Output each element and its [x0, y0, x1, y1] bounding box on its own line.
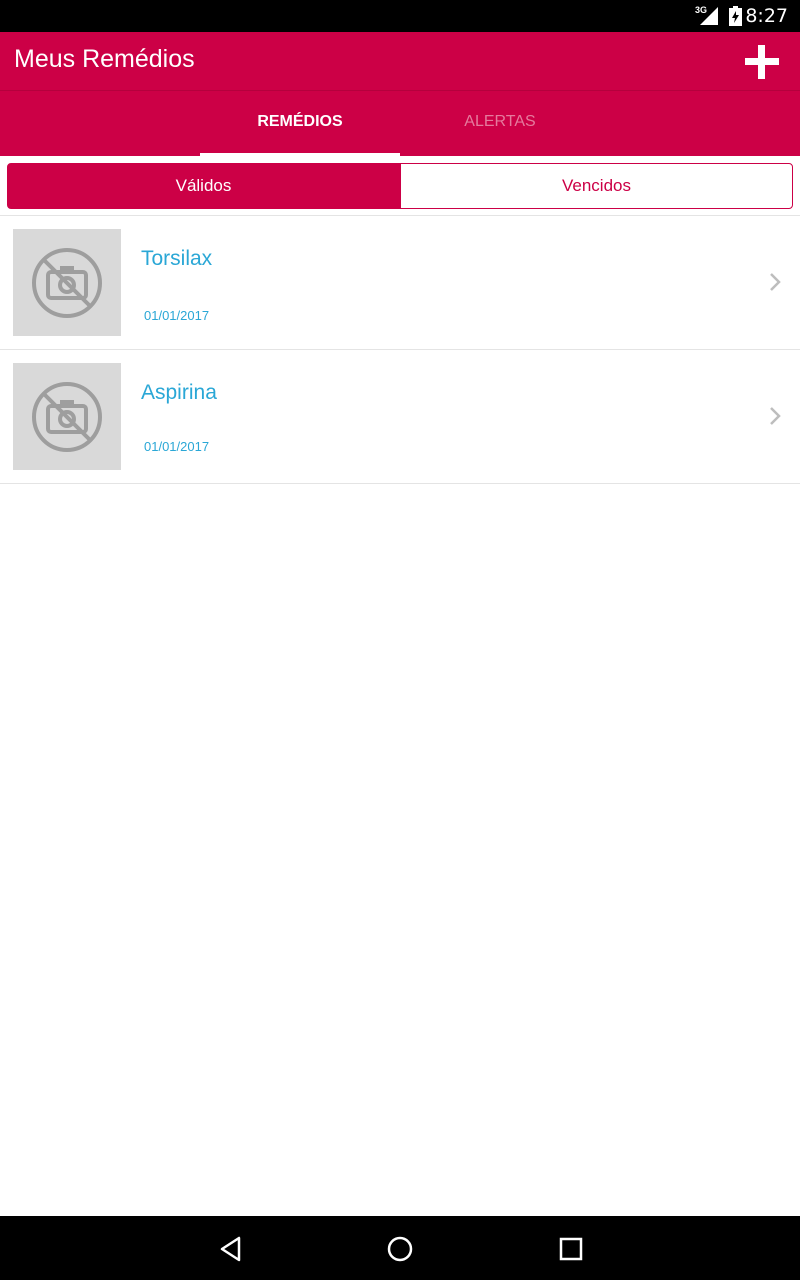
list-item[interactable]: Torsilax 01/01/2017	[0, 215, 800, 350]
chevron-right-icon	[770, 273, 781, 291]
chevron-right-icon	[770, 407, 781, 425]
add-medicine-button[interactable]	[742, 42, 782, 82]
recent-square-icon	[559, 1237, 583, 1261]
battery-icon	[729, 6, 742, 31]
no-photo-icon	[32, 247, 102, 318]
active-tab-indicator	[200, 153, 400, 156]
back-button[interactable]	[216, 1234, 246, 1264]
list-item[interactable]: Aspirina 01/01/2017	[0, 349, 800, 484]
medicine-date: 01/01/2017	[144, 439, 210, 454]
back-triangle-icon	[220, 1236, 241, 1262]
filter-expired-button[interactable]: Vencidos	[400, 163, 793, 209]
validity-filter: Válidos Vencidos	[7, 163, 793, 209]
recent-apps-button[interactable]	[556, 1234, 586, 1264]
medicine-thumbnail	[13, 363, 121, 470]
signal-icon	[700, 7, 718, 30]
page-title: Meus Remédios	[14, 45, 195, 73]
navigation-bar	[0, 1216, 800, 1280]
medicine-name: Aspirina	[141, 381, 217, 404]
medicine-list: Torsilax 01/01/2017 Aspirina 01/01/2017	[0, 215, 800, 484]
status-bar: 3G 8:27	[0, 0, 800, 32]
tab-remedios[interactable]: REMÉDIOS	[200, 91, 400, 156]
no-photo-icon	[32, 381, 102, 452]
medicine-thumbnail	[13, 229, 121, 336]
status-time: 8:27	[745, 5, 788, 27]
app-bar: Meus Remédios	[0, 32, 800, 90]
home-circle-icon	[387, 1236, 413, 1262]
filter-valid-button[interactable]: Válidos	[7, 163, 400, 209]
plus-icon	[745, 45, 779, 79]
medicine-name: Torsilax	[141, 247, 213, 270]
tab-bar: REMÉDIOS ALERTAS	[0, 90, 800, 156]
home-button[interactable]	[385, 1234, 415, 1264]
medicine-date: 01/01/2017	[144, 308, 210, 323]
tab-alertas[interactable]: ALERTAS	[400, 91, 600, 156]
